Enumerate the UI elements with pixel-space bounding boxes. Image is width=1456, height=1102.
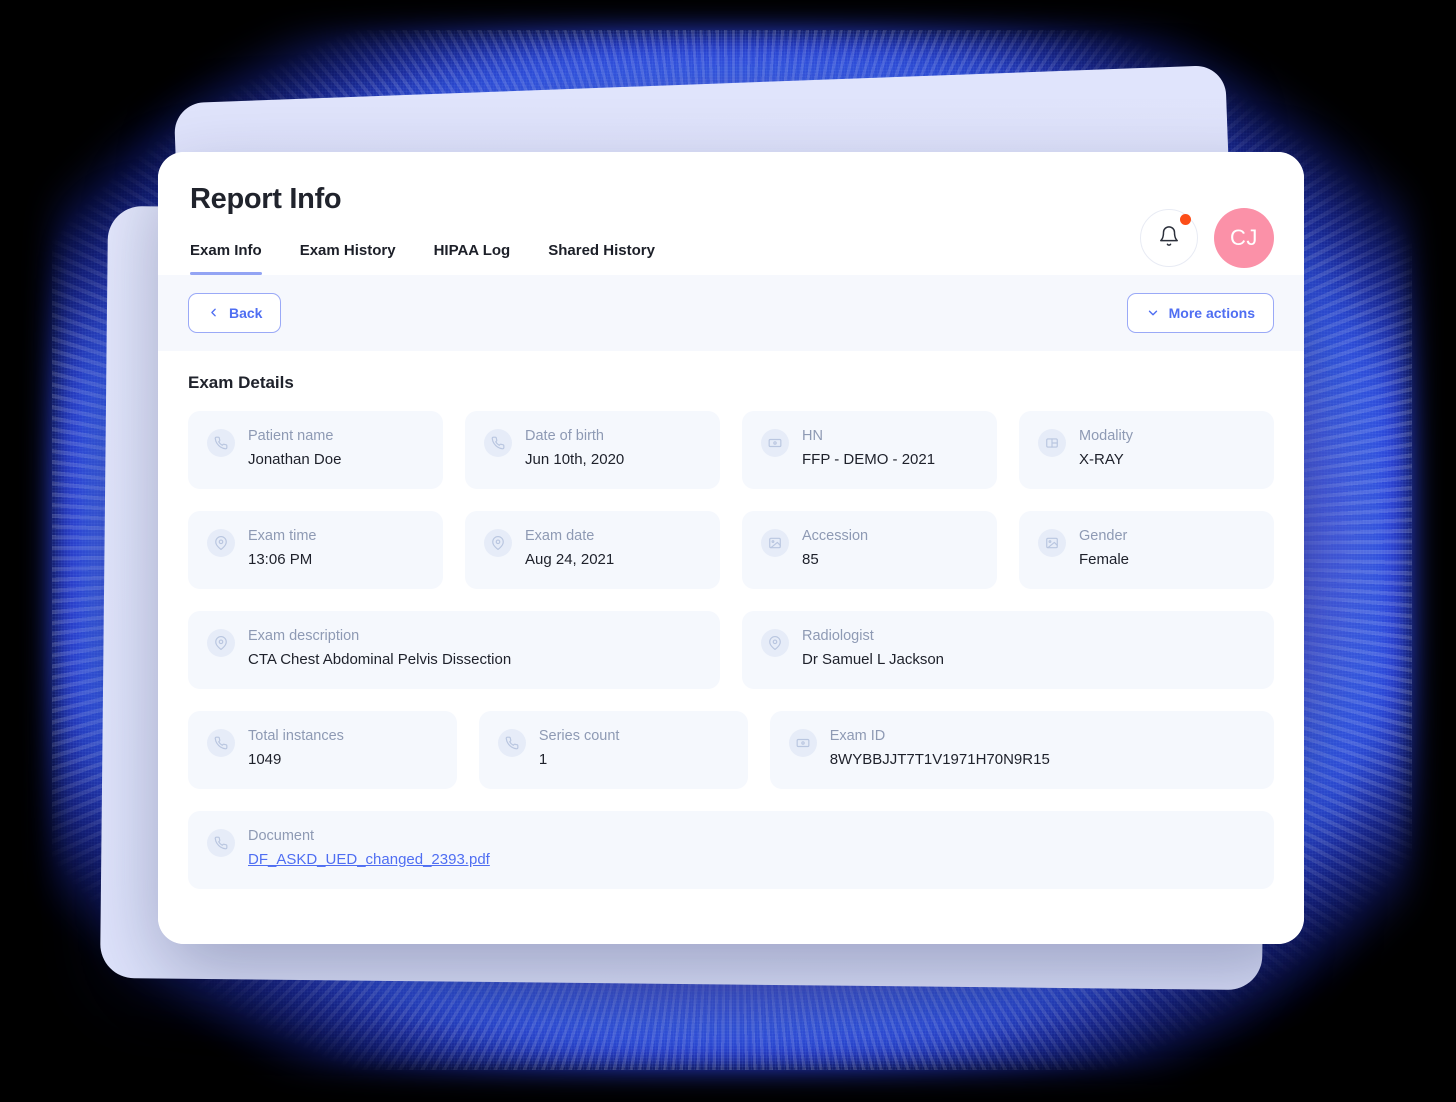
field-exam-date: Exam date Aug 24, 2021 <box>465 510 720 589</box>
report-info-window: Report Info CJ Exam Info Exam History HI… <box>158 152 1304 944</box>
field-document: Document DF_ASKD_UED_changed_2393.pdf <box>188 810 1274 889</box>
field-value: Female <box>1079 551 1130 569</box>
field-label: Exam date <box>525 527 595 544</box>
detail-row: Document DF_ASKD_UED_changed_2393.pdf <box>188 810 1274 889</box>
phone-icon <box>484 428 512 457</box>
field-value: X-RAY <box>1079 451 1124 469</box>
notification-badge-dot <box>1180 214 1191 225</box>
field-label: Modality <box>1079 427 1133 444</box>
screenshot-stage: Report Info CJ Exam Info Exam History HI… <box>0 0 1456 1102</box>
field-label: Document <box>248 827 315 844</box>
exam-details-panel: Exam Details Patient name Jonathan Doe D… <box>158 350 1304 944</box>
field-exam-time: Exam time 13:06 PM <box>188 510 443 589</box>
detail-row: Exam description CTA Chest Abdominal Pel… <box>188 610 1274 689</box>
card-icon <box>788 728 817 757</box>
phone-icon <box>207 428 235 457</box>
tab-exam-info[interactable]: Exam Info <box>190 242 262 275</box>
layout-icon <box>1038 428 1066 457</box>
phone-icon <box>497 728 526 757</box>
image-icon <box>761 528 789 557</box>
field-modality: Modality X-RAY <box>1019 410 1274 489</box>
bell-icon <box>1158 225 1180 252</box>
field-label: Radiologist <box>802 627 874 644</box>
field-value: 85 <box>802 551 819 569</box>
field-label: Series count <box>538 727 620 744</box>
tab-hipaa-log[interactable]: HIPAA Log <box>434 242 511 275</box>
tab-bar: Exam Info Exam History HIPAA Log Shared … <box>190 216 1272 275</box>
field-label: Exam ID <box>829 727 886 744</box>
field-exam-description: Exam description CTA Chest Abdominal Pel… <box>188 610 720 689</box>
field-label: Date of birth <box>525 427 604 444</box>
action-toolbar: Back More actions <box>158 274 1304 351</box>
map-pin-icon <box>761 628 789 657</box>
card-icon <box>761 428 789 457</box>
document-link[interactable]: DF_ASKD_UED_changed_2393.pdf <box>248 851 490 870</box>
field-value: 13:06 PM <box>248 551 313 569</box>
field-label: Total instances <box>248 727 344 744</box>
phone-icon <box>207 728 235 757</box>
field-value: 1 <box>538 751 548 769</box>
detail-row: Patient name Jonathan Doe Date of birth … <box>188 410 1274 489</box>
tab-exam-history[interactable]: Exam History <box>300 242 396 275</box>
field-value: FFP - DEMO - 2021 <box>802 451 936 469</box>
field-value: 1049 <box>248 751 282 769</box>
avatar[interactable]: CJ <box>1214 208 1274 268</box>
phone-icon <box>207 828 235 857</box>
field-label: HN <box>802 427 823 444</box>
detail-row: Total instances 1049 Series count 1 Exam… <box>188 710 1274 789</box>
detail-row: Exam time 13:06 PM Exam date Aug 24, 202… <box>188 510 1274 589</box>
header-actions: CJ <box>1140 208 1274 268</box>
back-button-label: Back <box>229 304 263 321</box>
page-title: Report Info <box>190 183 342 215</box>
field-series-count: Series count 1 <box>478 710 748 789</box>
field-label: Exam time <box>248 527 317 544</box>
exam-details-title: Exam Details <box>188 372 294 392</box>
chevron-left-icon <box>207 306 220 319</box>
window-header: Report Info CJ Exam Info Exam History HI… <box>158 152 1304 275</box>
field-accession: Accession 85 <box>742 510 997 589</box>
field-value: CTA Chest Abdominal Pelvis Dissection <box>248 651 512 669</box>
field-gender: Gender Female <box>1019 510 1274 589</box>
field-label: Patient name <box>248 427 334 444</box>
more-actions-label: More actions <box>1168 304 1255 321</box>
field-radiologist: Radiologist Dr Samuel L Jackson <box>742 610 1274 689</box>
field-exam-id: Exam ID 8WYBBJJT7T1V1971H70N9R15 <box>769 710 1274 789</box>
field-hn: HN FFP - DEMO - 2021 <box>742 410 997 489</box>
image-icon <box>1038 528 1066 557</box>
field-total-instances: Total instances 1049 <box>188 710 457 789</box>
field-date-of-birth: Date of birth Jun 10th, 2020 <box>465 410 720 489</box>
field-label: Accession <box>802 527 869 544</box>
back-button[interactable]: Back <box>188 292 282 333</box>
notifications-button[interactable] <box>1140 209 1198 267</box>
field-patient-name: Patient name Jonathan Doe <box>188 410 443 489</box>
chevron-down-icon <box>1146 306 1160 320</box>
map-pin-icon <box>484 528 512 557</box>
field-value: Aug 24, 2021 <box>525 551 615 569</box>
field-label: Exam description <box>248 627 360 644</box>
field-value: Jonathan Doe <box>248 451 342 469</box>
more-actions-button[interactable]: More actions <box>1126 292 1274 333</box>
field-label: Gender <box>1079 527 1128 544</box>
field-value: Dr Samuel L Jackson <box>802 651 945 669</box>
map-pin-icon <box>207 628 235 657</box>
field-value: 8WYBBJJT7T1V1971H70N9R15 <box>829 751 1050 769</box>
tab-shared-history[interactable]: Shared History <box>548 242 655 275</box>
map-pin-icon <box>207 528 235 557</box>
field-value: Jun 10th, 2020 <box>525 451 625 469</box>
